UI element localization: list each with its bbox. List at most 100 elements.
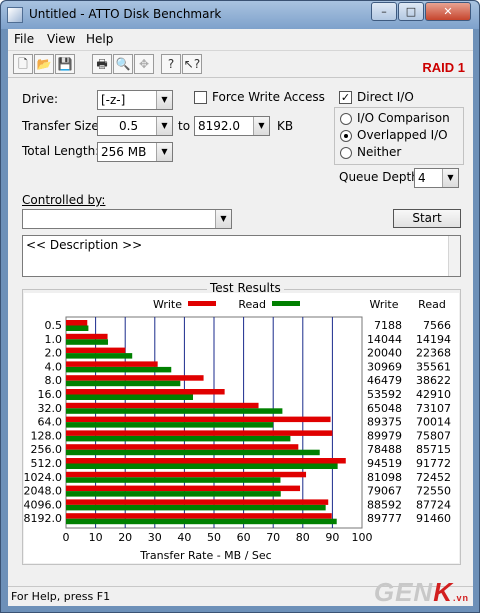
write-bar [66,389,225,395]
radio-selected-dot [344,134,348,138]
y-tick-label: 1.0 [45,333,63,346]
context-help-icon[interactable]: ↖? [182,54,202,74]
read-bar [66,408,283,414]
title-bar[interactable]: Untitled - ATTO Disk Benchmark – □ ✕ [1,1,479,29]
read-value: 72550 [416,485,451,498]
y-tick-label: 2048.0 [24,485,62,498]
menu-help[interactable]: Help [86,32,113,46]
description-field[interactable]: << Description >> [22,235,461,277]
genk-watermark-logo: GENK.vn [373,577,469,607]
write-value: 65048 [367,402,402,415]
total-length-select[interactable]: 256 MB ▼ [97,142,173,162]
menu-view[interactable]: View [47,32,75,46]
y-tick-label: 0.5 [45,319,63,332]
window-title: Untitled - ATTO Disk Benchmark [29,7,222,21]
read-bar [66,339,109,345]
read-value: 85715 [416,443,451,456]
read-value: 75807 [416,429,451,442]
chevron-down-icon[interactable]: ▼ [253,117,269,135]
x-tick-label: 50 [207,531,221,544]
toolbar: 🗋 📂 💾 🖶 🔍 ✥ ? ↖? RAID 1 [8,50,473,78]
read-value: 38622 [416,374,451,387]
write-value: 30969 [367,360,402,373]
write-bar [66,499,329,505]
app-window: Untitled - ATTO Disk Benchmark – □ ✕ Fil… [0,0,480,613]
write-bar [66,485,301,492]
write-value: 81098 [367,471,402,484]
overlapped-io-radio[interactable] [340,130,352,142]
print-icon[interactable]: 🖶 [92,54,112,74]
force-write-checkbox[interactable] [194,91,207,104]
open-folder-icon[interactable]: 📂 [34,54,54,74]
x-tick-label: 30 [148,531,162,544]
neither-radio[interactable] [340,147,352,159]
chevron-down-icon[interactable]: ▼ [156,91,172,109]
save-icon[interactable]: 💾 [55,54,75,74]
write-bar [66,361,158,367]
y-tick-label: 8.0 [45,374,63,387]
chevron-down-icon[interactable]: ▼ [156,143,172,161]
write-value: 53592 [367,388,402,401]
y-tick-label: 512.0 [31,457,63,470]
close-button[interactable]: ✕ [425,2,471,21]
direct-io-checkbox[interactable]: ✓ [339,91,352,104]
read-value: 73107 [416,402,451,415]
write-bar [66,347,126,354]
chevron-down-icon[interactable]: ▼ [156,117,172,135]
raid-badge: RAID 1 [422,60,465,75]
chevron-down-icon[interactable]: ▼ [442,169,458,187]
transfer-from-select[interactable]: 0.5 ▼ [97,116,173,136]
description-text: << Description >> [26,238,143,252]
help-icon[interactable]: ? [161,54,181,74]
read-bar [66,449,320,456]
read-value: 91460 [416,512,451,525]
x-tick-label: 40 [177,531,191,544]
drive-select[interactable]: [-z-] ▼ [97,90,173,110]
move-icon[interactable]: ✥ [134,54,154,74]
queue-depth-select[interactable]: 4 ▼ [414,168,459,188]
print-preview-icon[interactable]: 🔍 [113,54,133,74]
transfer-from-value: 0.5 [119,119,139,133]
new-file-icon[interactable]: 🗋 [13,54,33,74]
write-bar [66,320,88,326]
read-value: 70014 [416,416,451,429]
write-bar [66,444,299,450]
read-value: 42910 [416,388,451,401]
transfer-to-select[interactable]: 8192.0 ▼ [194,116,270,136]
write-bar [66,430,333,436]
y-tick-label: 16.0 [38,388,63,401]
read-bar [66,518,337,525]
x-axis-label: Transfer Rate - MB / Sec [139,549,271,562]
write-value: 89979 [367,429,402,442]
write-bar [66,513,332,519]
menu-file[interactable]: File [14,32,34,46]
read-value: 14194 [416,333,451,346]
read-bar [66,435,291,442]
minimize-button[interactable]: – [371,2,397,21]
write-value: 79067 [367,485,402,498]
chevron-down-icon[interactable]: ▼ [215,210,231,228]
read-bar [66,463,338,469]
controlled-by-select[interactable]: ▼ [22,209,232,229]
write-value: 7188 [374,319,402,332]
queue-depth-label: Queue Depth: [339,170,423,184]
read-bar [66,380,181,387]
maximize-button[interactable]: □ [398,2,424,21]
read-bar [66,394,194,400]
read-value: 87724 [416,498,451,511]
neither-label: Neither [357,145,402,159]
x-tick-label: 0 [63,531,70,544]
y-tick-label: 1024.0 [24,471,62,484]
description-scrollbar[interactable] [448,236,460,276]
x-tick-label: 10 [89,531,103,544]
write-bar [66,471,307,478]
write-bar [66,458,346,464]
total-length-label: Total Length: [22,144,100,158]
write-value: 14044 [367,333,402,346]
app-icon [7,7,23,23]
total-length-value: 256 MB [101,145,147,159]
force-write-label: Force Write Access [212,90,325,104]
start-button[interactable]: Start [393,209,461,228]
io-comparison-radio[interactable] [340,113,352,125]
read-column-header: Read [418,298,446,311]
